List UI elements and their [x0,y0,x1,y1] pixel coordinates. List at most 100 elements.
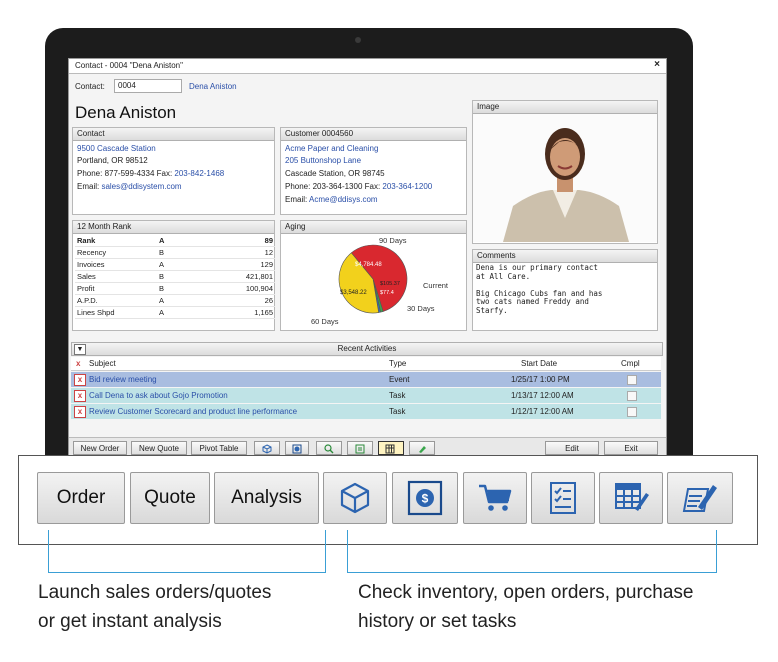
contact-email-label: Email: [77,182,102,191]
pivot-table-button[interactable]: Pivot Table [191,441,247,455]
rank-grade: B [157,282,201,295]
delete-row-icon[interactable]: x [74,406,86,418]
slice-label-green: $105.37 [380,281,400,287]
tasks-button[interactable] [347,441,373,455]
rank-metric: Sales [75,270,157,283]
activity-subject[interactable]: Bid review meeting [89,372,157,387]
aging-panel-header: Aging [281,221,466,234]
dollar-icon: $ [407,480,443,516]
purchase-history-button[interactable] [463,472,527,524]
rank-row: A.P.D. A 26 [75,294,275,307]
right-caption-line1: Check inventory, open orders, purchase [358,582,694,603]
pencil-note-icon [419,446,426,453]
calendar-grid-button[interactable] [378,441,404,455]
rank-value: 100,904 [201,282,275,295]
right-bracket [347,530,717,573]
box-icon [262,444,272,454]
comments-panel-header: Comments [473,250,657,263]
rank-value: 129 [201,258,275,271]
activity-start: 1/12/17 12:00 AM [511,407,574,416]
quote-button[interactable]: Quote [130,472,210,524]
left-caption: Launch sales orders/quotes or get instan… [38,578,271,636]
window-titlebar: Contact - 0004 "Dena Aniston" × [69,59,666,74]
edit-button[interactable]: Edit [545,441,599,455]
rank-panel-header: 12 Month Rank [73,221,274,234]
customer-email[interactable]: Acme@ddisys.com [309,195,378,204]
note-button[interactable] [409,441,435,455]
left-caption-line2: or get instant analysis [38,611,222,632]
contact-photo [473,114,657,242]
cart-icon [479,484,512,511]
left-caption-line1: Launch sales orders/quotes [38,582,272,603]
close-icon[interactable]: × [654,59,660,70]
tasks-zoom-button[interactable] [531,472,595,524]
filter-icon[interactable]: ▼ [74,344,86,355]
open-orders-zoom-button[interactable]: $ [392,472,458,524]
col-type[interactable]: Type [389,359,406,368]
label-30-days: 30 Days [407,304,435,313]
comments-text[interactable]: Dena is our primary contact at All Care.… [476,263,602,315]
activity-row[interactable]: x Bid review meeting Event 1/25/17 1:00 … [71,372,661,387]
customer-phone: Phone: 203-364-1300 Fax: [285,182,383,191]
rank-grade: A [157,258,201,271]
dollar-icon [292,444,302,454]
activity-subject[interactable]: Call Dena to ask about Gojo Promotion [89,388,228,403]
contact-address2: Portland, OR 98512 [77,156,148,165]
customer-company[interactable]: Acme Paper and Cleaning [285,144,378,153]
exit-button[interactable]: Exit [604,441,658,455]
contact-address1[interactable]: 9500 Cascade Station [77,144,156,153]
customer-email-label: Email: [285,195,310,204]
customer-fax[interactable]: 203-364-1200 [382,182,432,191]
new-order-button[interactable]: New Order [73,441,127,455]
contact-email[interactable]: sales@ddisystem.com [101,182,181,191]
rank-row: Invoices A 129 [75,258,275,271]
customer-panel-header: Customer 0004560 [281,128,466,141]
rank-value: 26 [201,294,275,307]
contact-panel-header: Contact [73,128,274,141]
inventory-button[interactable] [254,441,280,455]
grid-edit-button[interactable] [599,472,663,524]
customer-email-line: Email: Acme@ddisys.com [285,195,378,204]
delete-row-icon[interactable]: x [74,390,86,402]
note-zoom-button[interactable] [667,472,733,524]
contact-id-input[interactable]: 0004 [114,79,182,93]
rank-value: 89 [201,235,275,247]
contact-phone-line: Phone: 877-599-4334 Fax: 203-842-1468 [77,169,224,178]
col-subject[interactable]: Subject [89,359,116,368]
aging-pie-chart: 90 Days Current 30 Days 60 Days $4,784.4… [311,236,449,326]
activity-row[interactable]: x Call Dena to ask about Gojo Promotion … [71,388,661,403]
activity-complete-checkbox[interactable] [627,375,637,385]
analysis-button[interactable]: Analysis [214,472,319,524]
activity-subject[interactable]: Review Customer Scorecard and product li… [89,404,297,419]
delete-row-icon[interactable]: x [74,374,86,386]
activity-complete-checkbox[interactable] [627,407,637,417]
order-button[interactable]: Order [37,472,125,524]
rank-metric: Invoices [75,258,157,271]
contact-panel: Contact 9500 Cascade Station Portland, O… [72,127,275,215]
contact-label: Contact: [75,82,105,91]
inventory-zoom-button[interactable] [323,472,387,524]
svg-text:$: $ [422,492,429,506]
box-icon [340,482,370,514]
rank-panel: 12 Month Rank Rank A 89 Recency B 12 Invoice… [72,220,275,331]
contact-fax[interactable]: 203-842-1468 [174,169,224,178]
open-orders-button[interactable] [285,441,309,455]
activity-row[interactable]: x Review Customer Scorecard and product … [71,404,661,419]
contact-name-link[interactable]: Dena Aniston [189,82,237,91]
right-caption: Check inventory, open orders, purchase h… [358,578,694,636]
rank-metric: Lines Shpd [75,306,157,319]
rank-grade: A [157,235,201,247]
new-quote-button[interactable]: New Quote [131,441,187,455]
activity-complete-checkbox[interactable] [627,391,637,401]
activity-type: Task [389,407,406,416]
comment-line: at All Care. [476,271,531,281]
customer-address1[interactable]: 205 Buttonshop Lane [285,156,361,165]
col-start-date[interactable]: Start Date [521,359,557,368]
customer-address2: Cascade Station, OR 98745 [285,169,385,178]
window-title: Contact - 0004 "Dena Aniston" [75,61,183,70]
rank-value: 1,165 [201,306,275,319]
col-cmpl[interactable]: Cmpl [621,359,640,368]
label-60-days: 60 Days [311,317,339,326]
recent-activities-title: Recent Activities [337,344,397,353]
search-button[interactable] [316,441,342,455]
